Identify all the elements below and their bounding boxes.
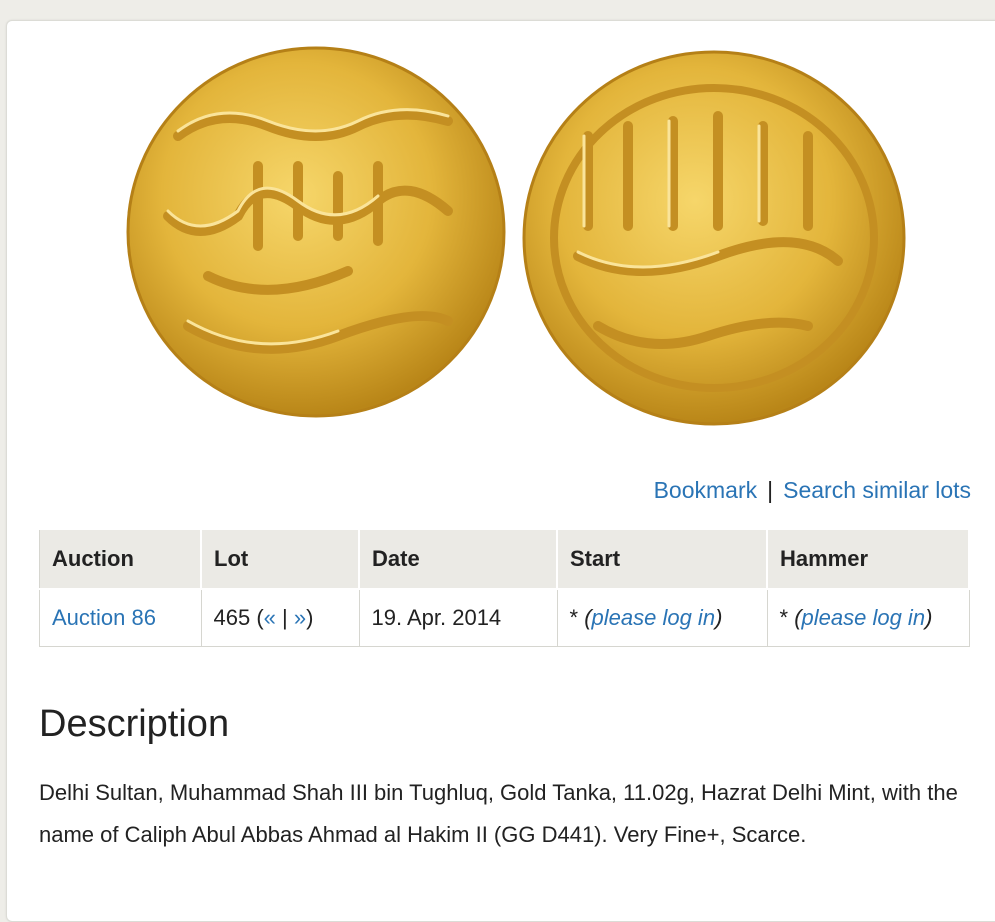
coin-obverse: [126, 46, 506, 418]
header-lot: Lot: [200, 528, 360, 590]
cell-lot: 465 (« | »): [200, 588, 360, 647]
prev-lot-link[interactable]: «: [264, 605, 276, 630]
header-hammer: Hammer: [766, 528, 970, 590]
lot-nav-separator: |: [282, 605, 288, 630]
table-header-row: Auction Lot Date Start Hammer: [39, 528, 970, 590]
link-separator: |: [767, 477, 774, 503]
header-start: Start: [556, 528, 768, 590]
lot-number: 465: [213, 605, 251, 630]
description-heading: Description: [39, 703, 230, 745]
auction-link[interactable]: Auction 86: [52, 605, 156, 630]
start-login-link[interactable]: please log in: [592, 605, 716, 630]
cell-hammer: * (please log in): [766, 588, 970, 647]
lot-actions: Bookmark | Search similar lots: [654, 477, 971, 504]
cell-auction: Auction 86: [39, 588, 202, 647]
header-auction: Auction: [39, 528, 202, 590]
cell-date: 19. Apr. 2014: [358, 588, 558, 647]
description-text: Delhi Sultan, Muhammad Shah III bin Tugh…: [39, 780, 958, 847]
start-star: *: [569, 605, 579, 630]
bookmark-link[interactable]: Bookmark: [654, 477, 758, 503]
hammer-login-link[interactable]: please log in: [802, 605, 926, 630]
hammer-star: *: [779, 605, 789, 630]
table-row: Auction 86 465 (« | ») 19. Apr. 2014 * (…: [39, 588, 970, 647]
coin-image[interactable]: [118, 26, 918, 436]
coin-reverse: [522, 50, 906, 426]
search-similar-link[interactable]: Search similar lots: [783, 477, 971, 503]
header-date: Date: [358, 528, 558, 590]
lot-table: Auction Lot Date Start Hammer Auction 86…: [39, 528, 970, 647]
cell-start: * (please log in): [556, 588, 768, 647]
next-lot-link[interactable]: »: [294, 605, 306, 630]
